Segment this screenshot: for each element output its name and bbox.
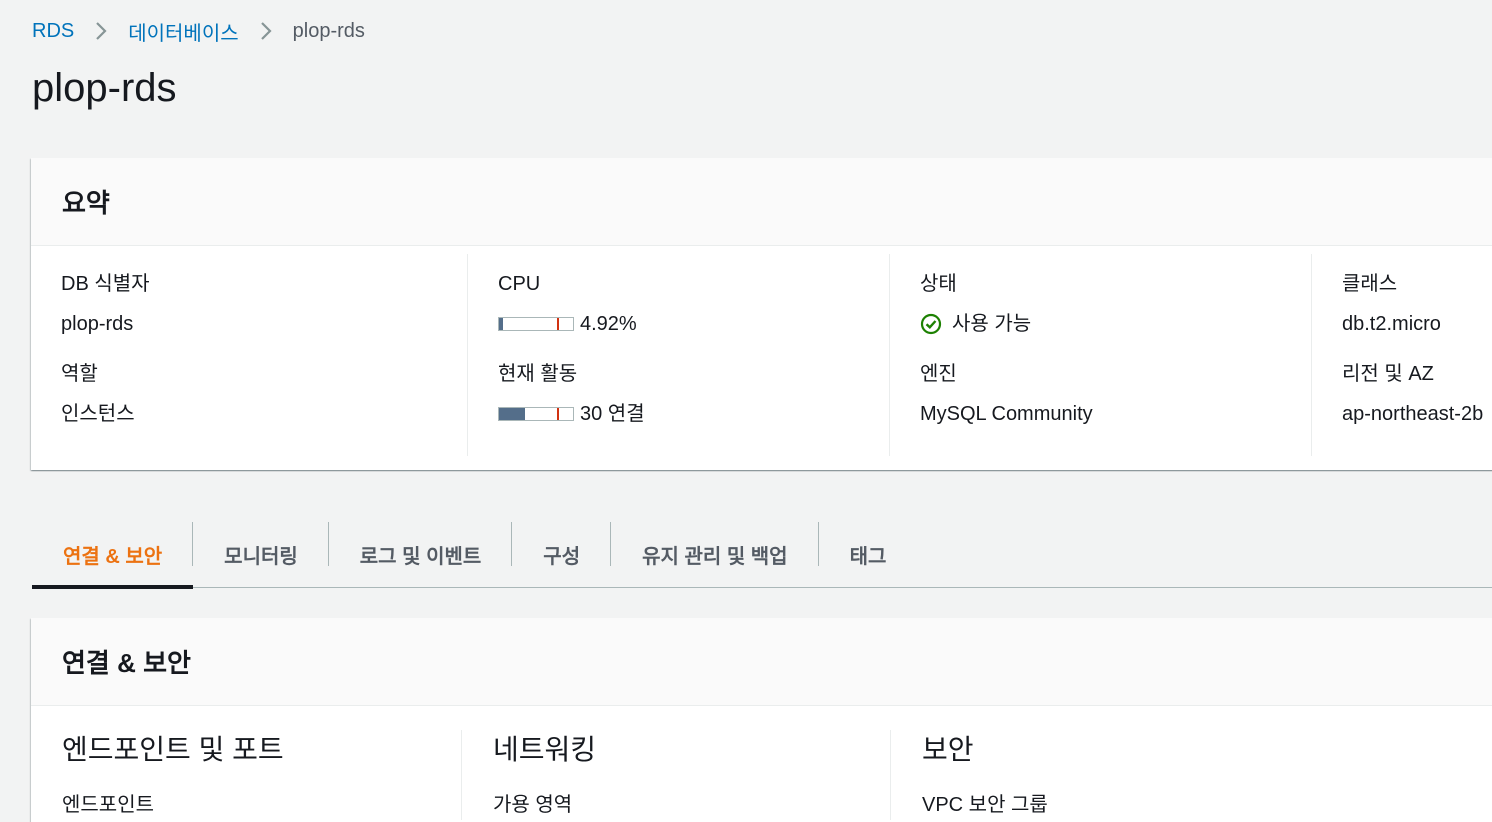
class-value: db.t2.micro — [1342, 313, 1441, 335]
connectivity-title: 연결 & 보안 — [62, 648, 191, 678]
activity-value: 30 연결 — [580, 403, 645, 425]
check-circle-icon — [920, 313, 942, 335]
tab-label: 로그 및 이벤트 — [359, 545, 482, 568]
tab-logs-events[interactable]: 로그 및 이벤트 — [329, 520, 513, 588]
summary-column-status: 상태 사용 가능 엔진 MySQL Community — [889, 254, 1311, 456]
connectivity-grid: 엔드포인트 및 포트 엔드포인트 네트워킹 가용 영역 보안 VPC 보안 그룹 — [31, 706, 1492, 820]
role-label: 역할 — [61, 363, 98, 385]
summary-column-class: 클래스 db.t2.micro 리전 및 AZ ap-northeast-2b — [1311, 254, 1492, 456]
connectivity-header: 연결 & 보안 — [31, 618, 1492, 706]
status-value-row: 사용 가능 — [920, 310, 1311, 338]
db-identifier-value: plop-rds — [61, 313, 134, 335]
status-label: 상태 — [920, 273, 957, 295]
cpu-value-row: 4.92% — [498, 310, 889, 338]
tab-label: 유지 관리 및 백업 — [642, 545, 788, 568]
tab-label: 구성 — [543, 545, 581, 568]
vpc-security-groups-label: VPC 보안 그룹 — [922, 794, 1048, 816]
connectivity-panel: 연결 & 보안 엔드포인트 및 포트 엔드포인트 네트워킹 가용 영역 보안 V… — [31, 618, 1492, 822]
tab-configuration[interactable]: 구성 — [512, 520, 612, 588]
db-identifier-label: DB 식별자 — [61, 273, 150, 295]
class-label: 클래스 — [1342, 273, 1398, 295]
tab-maintenance-backups[interactable]: 유지 관리 및 백업 — [611, 520, 819, 588]
cpu-label: CPU — [498, 273, 541, 295]
availability-zone-label: 가용 영역 — [493, 794, 573, 816]
tab-tags[interactable]: 태그 — [819, 520, 918, 588]
summary-column-usage: CPU 4.92% 현재 활동 30 연결 — [467, 254, 889, 456]
summary-header: 요약 — [31, 158, 1492, 246]
tab-monitoring[interactable]: 모니터링 — [193, 520, 329, 588]
summary-title: 요약 — [62, 188, 110, 218]
security-heading: 보안 — [922, 734, 974, 765]
cpu-value: 4.92% — [580, 313, 637, 335]
endpoint-label: 엔드포인트 — [62, 794, 154, 816]
activity-label: 현재 활동 — [498, 363, 578, 385]
status-value: 사용 가능 — [952, 313, 1032, 335]
tab-label: 모니터링 — [224, 545, 298, 568]
breadcrumb-link-rds[interactable]: RDS — [32, 20, 74, 43]
summary-panel: 요약 DB 식별자 plop-rds 역할 인스턴스 CPU 4.92% 현재 … — [31, 158, 1492, 470]
engine-value: MySQL Community — [920, 403, 1093, 425]
engine-label: 엔진 — [920, 363, 957, 385]
networking-heading: 네트워킹 — [493, 734, 597, 765]
activity-value-row: 30 연결 — [498, 400, 889, 428]
cpu-meter — [498, 317, 574, 331]
activity-meter-fill — [499, 408, 525, 420]
region-label: 리전 및 AZ — [1342, 363, 1434, 385]
endpoint-heading: 엔드포인트 및 포트 — [62, 734, 284, 765]
endpoint-section: 엔드포인트 및 포트 엔드포인트 — [31, 730, 461, 820]
page-title: plop-rds — [32, 66, 177, 110]
activity-meter — [498, 407, 574, 421]
summary-column-identity: DB 식별자 plop-rds 역할 인스턴스 — [31, 254, 467, 456]
cpu-meter-fill — [499, 318, 503, 330]
breadcrumb: RDS 데이터베이스 plop-rds — [32, 16, 365, 46]
breadcrumb-current: plop-rds — [292, 19, 365, 42]
tab-label: 태그 — [849, 545, 887, 568]
chevron-right-icon — [94, 20, 108, 42]
security-section: 보안 VPC 보안 그룹 — [890, 730, 1492, 820]
summary-grid: DB 식별자 plop-rds 역할 인스턴스 CPU 4.92% 현재 활동 … — [31, 246, 1492, 470]
networking-section: 네트워킹 가용 영역 — [461, 730, 890, 820]
region-value: ap-northeast-2b — [1342, 403, 1484, 425]
tab-connectivity-security[interactable]: 연결 & 보안 — [32, 520, 194, 589]
tab-label: 연결 & 보안 — [63, 545, 163, 568]
chevron-right-icon — [259, 20, 273, 42]
cpu-meter-threshold — [557, 318, 559, 330]
detail-tabs: 연결 & 보안 모니터링 로그 및 이벤트 구성 유지 관리 및 백업 태그 — [32, 520, 1492, 589]
breadcrumb-link-databases[interactable]: 데이터베이스 — [128, 17, 238, 46]
activity-meter-threshold — [557, 408, 559, 420]
role-value: 인스턴스 — [61, 403, 135, 425]
